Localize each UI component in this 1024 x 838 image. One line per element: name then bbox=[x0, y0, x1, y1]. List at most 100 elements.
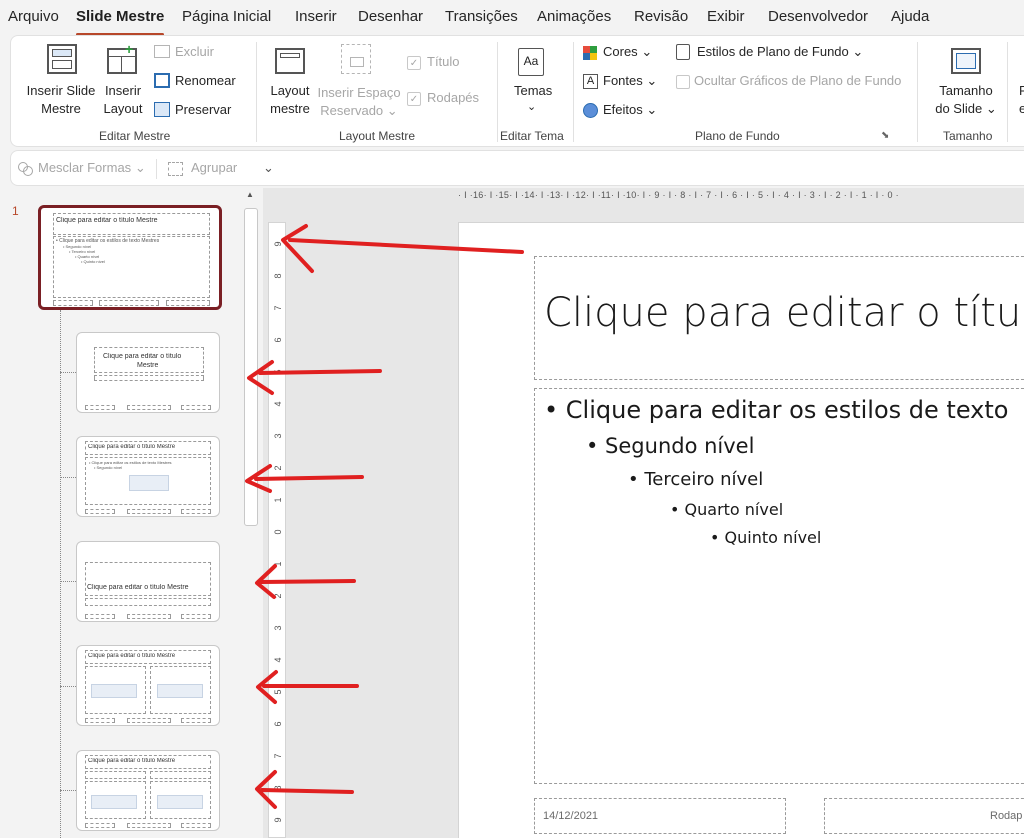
thumbnail-layout[interactable]: Clique para editar o título Mestre bbox=[76, 645, 220, 726]
tab-arquivo[interactable]: Arquivo bbox=[8, 8, 59, 25]
thumb-text-placeholder bbox=[85, 598, 211, 606]
customize-toolbar-icon[interactable]: ⌄ bbox=[263, 160, 274, 176]
thumb-title: Clique para editar o título Mestre bbox=[88, 653, 176, 659]
tree-line bbox=[60, 790, 76, 791]
background-styles-label: Estilos de Plano de Fundo bbox=[697, 44, 849, 59]
merge-shapes-icon bbox=[18, 162, 34, 176]
group-icon bbox=[168, 162, 183, 176]
thumb-footer bbox=[181, 614, 211, 619]
fonts-label: Fontes bbox=[603, 73, 643, 88]
menu-bar: Arquivo Slide Mestre Página Inicial Inse… bbox=[0, 0, 1024, 36]
insert-layout-button[interactable]: Inserir Layout bbox=[101, 82, 145, 118]
effects-label: Efeitos bbox=[603, 102, 643, 117]
thumbnail-layout[interactable]: Clique para editar o título Mestre bbox=[76, 332, 220, 413]
group-label-tamanho: Tamanho bbox=[943, 129, 993, 143]
thumb-footer bbox=[181, 718, 211, 723]
group-separator bbox=[256, 42, 257, 142]
footers-checkbox-label: Rodapés bbox=[427, 90, 480, 105]
thumbnail-layout[interactable]: Clique para editar o título Mestre bbox=[76, 750, 220, 831]
thumb-heading-right bbox=[150, 771, 211, 779]
ruler-number: 9 bbox=[273, 241, 283, 247]
themes-icon: Aa bbox=[518, 48, 544, 76]
tab-transicoes[interactable]: Transições bbox=[445, 8, 518, 25]
ruler-number: 3 bbox=[273, 433, 283, 439]
master-layout-label-1: Layout bbox=[270, 83, 310, 98]
tab-revisao[interactable]: Revisão bbox=[634, 8, 688, 25]
horizontal-ruler: · I ·16· I ·15· I ·14· I ·13· I ·12· I ·… bbox=[458, 190, 899, 200]
effects-button[interactable]: Efeitos ⌄ bbox=[603, 101, 657, 119]
thumb-title: Clique para editar o título bbox=[103, 353, 182, 360]
thumb-footer bbox=[99, 300, 159, 306]
master-layout-button[interactable]: Layout mestre bbox=[267, 82, 313, 118]
thumb-footer bbox=[181, 823, 211, 828]
insert-placeholder-label-2: Reservado bbox=[320, 103, 384, 118]
insert-slide-master-label-1: Inserir Slide bbox=[26, 83, 96, 98]
next-group-fragment: e bbox=[1019, 101, 1024, 116]
chevron-down-icon: ⌄ bbox=[134, 160, 146, 175]
group-button[interactable]: Agrupar bbox=[191, 160, 237, 175]
content-icons-image bbox=[157, 795, 203, 809]
tab-pagina-inicial[interactable]: Página Inicial bbox=[182, 8, 271, 25]
ruler-number: 2 bbox=[273, 593, 283, 599]
plus-icon: + bbox=[125, 41, 134, 57]
thumb-footer bbox=[127, 823, 171, 828]
tab-desenhar[interactable]: Desenhar bbox=[358, 8, 423, 25]
tree-line bbox=[60, 372, 76, 373]
delete-button[interactable]: Excluir bbox=[175, 43, 214, 61]
background-styles-button[interactable]: Estilos de Plano de Fundo ⌄ bbox=[697, 43, 863, 61]
effects-icon bbox=[583, 103, 598, 118]
thumb-footer bbox=[127, 718, 171, 723]
tab-desenvolvedor[interactable]: Desenvolvedor bbox=[768, 8, 868, 25]
insert-placeholder-button[interactable]: Inserir Espaço Reservado ⌄ bbox=[313, 84, 405, 120]
ruler-number: 4 bbox=[273, 657, 283, 663]
tab-slide-mestre[interactable]: Slide Mestre bbox=[76, 8, 165, 36]
chevron-down-icon: ⌄ bbox=[646, 73, 658, 88]
thumb-footer bbox=[85, 718, 115, 723]
title-checkbox-icon[interactable]: ✓ bbox=[407, 56, 421, 70]
next-group-fragment: F bbox=[1019, 83, 1024, 98]
scroll-up-icon[interactable]: ▲ bbox=[246, 190, 254, 199]
ruler-number: 8 bbox=[273, 785, 283, 791]
body-level-5: • Quinto nível bbox=[710, 528, 822, 547]
hide-background-checkbox[interactable] bbox=[676, 75, 690, 89]
tab-animacoes[interactable]: Animações bbox=[537, 8, 611, 25]
ruler-number: 1 bbox=[273, 561, 283, 567]
slide-footer: Rodap bbox=[990, 810, 1023, 822]
rename-button[interactable]: Renomear bbox=[175, 72, 236, 90]
merge-shapes-button[interactable]: Mesclar Formas ⌄ bbox=[38, 160, 146, 176]
colors-button[interactable]: Cores ⌄ bbox=[603, 43, 652, 61]
group-separator bbox=[573, 42, 574, 142]
chevron-down-icon: ⌄ bbox=[852, 44, 864, 59]
thumb-footer bbox=[127, 509, 171, 514]
body-level-4: • Quarto nível bbox=[670, 500, 784, 519]
dialog-launcher-icon[interactable]: ⬊ bbox=[881, 130, 889, 141]
tree-line bbox=[60, 310, 61, 838]
ruler-number: 5 bbox=[273, 369, 283, 375]
ruler-number: 5 bbox=[273, 689, 283, 695]
background-styles-icon bbox=[676, 44, 690, 60]
merge-shapes-label: Mesclar Formas bbox=[38, 160, 132, 175]
footers-checkbox-icon[interactable]: ✓ bbox=[407, 92, 421, 106]
slide-size-button[interactable]: Tamanho do Slide ⌄ bbox=[933, 82, 999, 118]
insert-slide-master-button[interactable]: Inserir Slide Mestre bbox=[25, 82, 97, 118]
thumbnail-layout[interactable]: Clique para editar o título Mestre bbox=[76, 541, 220, 622]
tab-ajuda[interactable]: Ajuda bbox=[891, 8, 929, 25]
tab-exibir[interactable]: Exibir bbox=[707, 8, 745, 25]
group-separator bbox=[1007, 42, 1008, 142]
group-label-layout-mestre: Layout Mestre bbox=[339, 129, 416, 143]
tab-inserir[interactable]: Inserir bbox=[295, 8, 337, 25]
scrollbar-thumb[interactable] bbox=[244, 208, 258, 526]
preserve-button[interactable]: Preservar bbox=[175, 101, 231, 119]
content-icons-image bbox=[129, 475, 169, 491]
thumbnail-slide-master[interactable]: Clique para editar o título Mestre • Cli… bbox=[38, 205, 222, 310]
ruler-number: 4 bbox=[273, 401, 283, 407]
hide-background-label: Ocultar Gráficos de Plano de Fundo bbox=[694, 73, 902, 88]
ruler-number: 7 bbox=[273, 753, 283, 759]
fonts-button[interactable]: Fontes ⌄ bbox=[603, 72, 657, 90]
thumb-title: Mestre bbox=[137, 362, 159, 369]
thumb-footer bbox=[85, 614, 115, 619]
slide-size-label-1: Tamanho bbox=[939, 83, 993, 98]
rename-icon bbox=[154, 73, 170, 88]
thumbnail-layout[interactable]: Clique para editar o título Mestre • Cli… bbox=[76, 436, 220, 517]
group-label-plano-de-fundo: Plano de Fundo bbox=[695, 129, 780, 143]
